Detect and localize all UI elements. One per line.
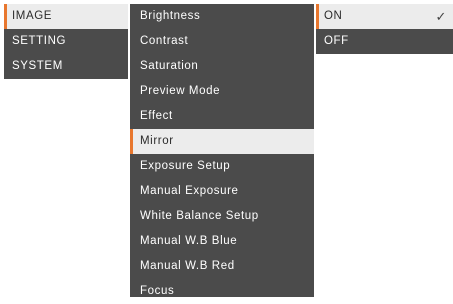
option-label: Saturation [140, 60, 199, 72]
option-label: Contrast [140, 35, 189, 47]
option-mirror[interactable]: Mirror [130, 129, 314, 154]
option-manual-exposure[interactable]: Manual Exposure [130, 179, 314, 204]
option-label: Brightness [140, 10, 201, 22]
option-focus[interactable]: Focus [130, 279, 314, 304]
option-contrast[interactable]: Contrast [130, 29, 314, 54]
option-label: Manual Exposure [140, 185, 239, 197]
option-label: Exposure Setup [140, 160, 231, 172]
option-saturation[interactable]: Saturation [130, 54, 314, 79]
option-label: White Balance Setup [140, 210, 259, 222]
option-label: Focus [140, 285, 175, 297]
option-white-balance-setup[interactable]: White Balance Setup [130, 204, 314, 229]
category-system[interactable]: SYSTEM [4, 54, 128, 79]
category-menu: IMAGE SETTING SYSTEM [4, 4, 128, 79]
option-exposure-setup[interactable]: Exposure Setup [130, 154, 314, 179]
option-label: Preview Mode [140, 85, 221, 97]
option-manual-wb-red[interactable]: Manual W.B Red [130, 254, 314, 279]
value-label: ON [324, 10, 343, 22]
checkmark-icon: ✓ [435, 9, 447, 24]
option-menu: Brightness Contrast Saturation Preview M… [130, 4, 314, 297]
value-menu: ON ✓ OFF [316, 4, 453, 54]
option-label: Manual W.B Red [140, 260, 235, 272]
value-off[interactable]: OFF [316, 29, 453, 54]
option-manual-wb-blue[interactable]: Manual W.B Blue [130, 229, 314, 254]
category-label: SYSTEM [12, 60, 63, 72]
category-label: IMAGE [12, 10, 53, 22]
option-effect[interactable]: Effect [130, 104, 314, 129]
category-setting[interactable]: SETTING [4, 29, 128, 54]
value-on[interactable]: ON ✓ [316, 4, 453, 29]
option-label: Manual W.B Blue [140, 235, 238, 247]
option-label: Effect [140, 110, 173, 122]
category-image[interactable]: IMAGE [4, 4, 128, 29]
option-brightness[interactable]: Brightness [130, 4, 314, 29]
value-label: OFF [324, 35, 349, 47]
category-label: SETTING [12, 35, 67, 47]
option-preview-mode[interactable]: Preview Mode [130, 79, 314, 104]
option-label: Mirror [140, 135, 174, 147]
